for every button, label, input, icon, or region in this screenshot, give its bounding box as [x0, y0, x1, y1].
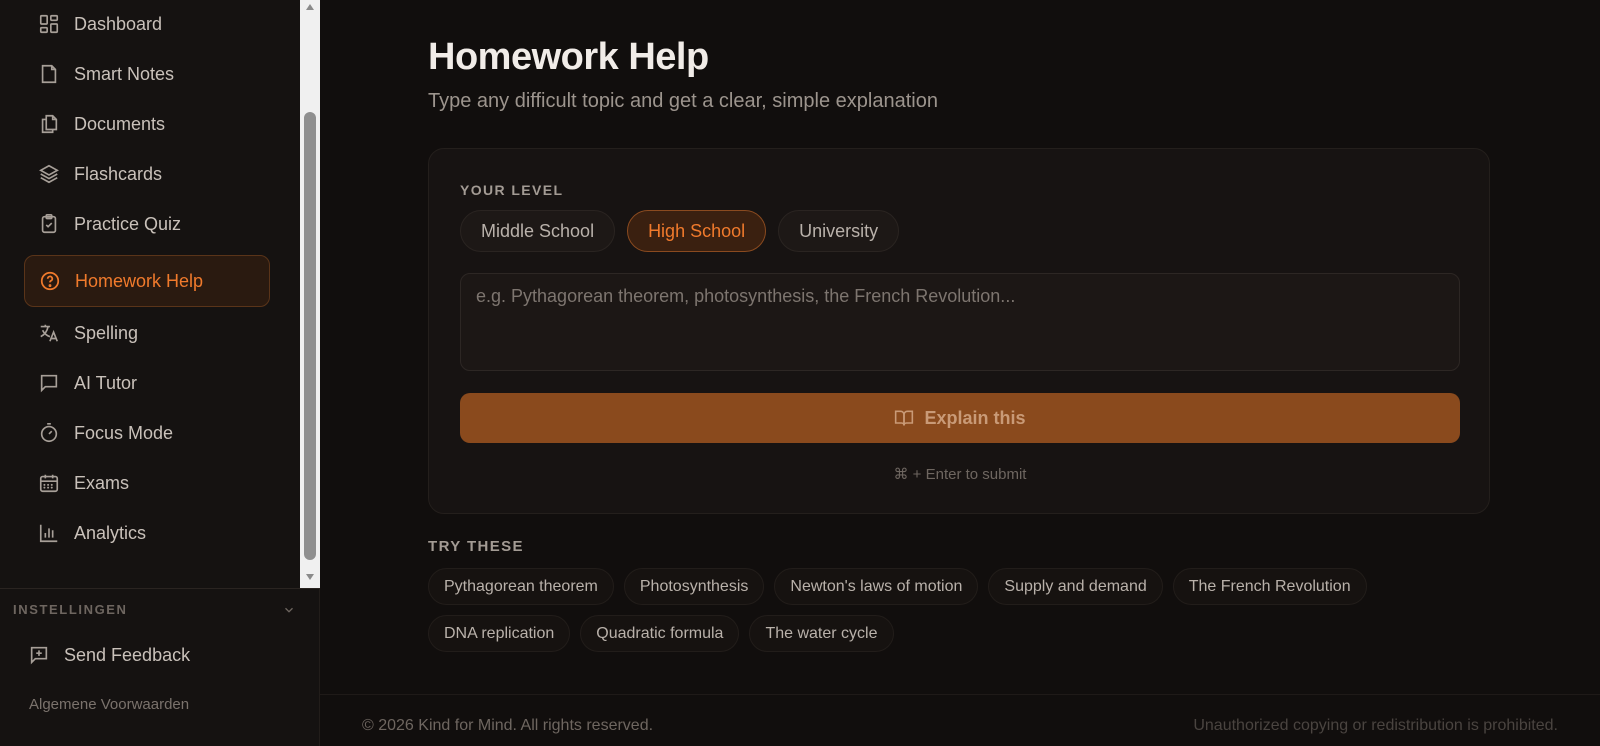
settings-section-toggle[interactable]: INSTELLINGEN — [0, 588, 320, 630]
sidebar-item-label: Documents — [74, 113, 166, 134]
timer-icon — [38, 422, 60, 444]
sidebar-item-label: AI Tutor — [74, 372, 138, 393]
page-subtitle: Type any difficult topic and get a clear… — [428, 90, 938, 112]
sidebar-item-focus-mode[interactable]: Focus Mode — [24, 407, 270, 459]
sidebar-item-label: Practice Quiz — [74, 213, 182, 234]
scroll-thumb[interactable] — [304, 112, 316, 560]
sidebar-item-documents[interactable]: Documents — [24, 98, 270, 150]
suggestion-chip[interactable]: DNA replication — [428, 615, 571, 652]
sidebar-nav: Dashboard Smart Notes Documents Flashcar… — [0, 0, 300, 588]
sidebar-item-spelling[interactable]: Spelling — [24, 307, 270, 359]
level-selector: Middle School High School University — [460, 210, 911, 252]
layers-icon — [38, 163, 60, 185]
translate-icon — [38, 322, 60, 344]
chat-icon — [38, 372, 60, 394]
level-label: YOUR LEVEL — [460, 182, 564, 198]
sidebar-item-dashboard[interactable]: Dashboard — [24, 0, 270, 50]
suggestion-chip[interactable]: Pythagorean theorem — [428, 568, 614, 605]
send-feedback-label: Send Feedback — [64, 644, 191, 665]
suggestion-chips: Pythagorean theorem Photosynthesis Newto… — [428, 568, 1428, 662]
level-university-button[interactable]: University — [778, 210, 900, 252]
suggestion-chip[interactable]: Supply and demand — [988, 568, 1163, 605]
sidebar-item-homework-help[interactable]: Homework Help — [24, 255, 270, 307]
suggestion-chip[interactable]: The water cycle — [749, 615, 894, 652]
sidebar-item-ai-tutor[interactable]: AI Tutor — [24, 357, 270, 409]
sidebar-item-label: Analytics — [74, 522, 147, 543]
scroll-up-icon[interactable] — [305, 2, 315, 12]
suggestion-chip[interactable]: Photosynthesis — [623, 568, 765, 605]
suggestion-chip[interactable]: The French Revolution — [1172, 568, 1367, 605]
homework-form-card: YOUR LEVEL Middle School High School Uni… — [428, 148, 1490, 514]
sidebar-item-label: Focus Mode — [74, 422, 174, 443]
suggestion-row: Pythagorean theorem Photosynthesis Newto… — [428, 568, 1428, 605]
explain-button-label: Explain this — [924, 407, 1026, 428]
submit-hint: ⌘ + Enter to submit — [893, 466, 1027, 483]
sidebar-item-smart-notes[interactable]: Smart Notes — [24, 48, 270, 100]
sidebar-item-label: Smart Notes — [74, 63, 175, 84]
sidebar-item-analytics[interactable]: Analytics — [24, 507, 270, 559]
topic-input[interactable] — [460, 273, 1460, 371]
sidebar: Dashboard Smart Notes Documents Flashcar… — [0, 0, 320, 746]
sidebar-item-flashcards[interactable]: Flashcards — [24, 148, 270, 200]
sidebar-item-label: Spelling — [74, 322, 139, 343]
documents-icon — [38, 113, 60, 135]
try-these-label: TRY THESE — [428, 538, 524, 555]
copyright-text: © 2026 Kind for Mind. All rights reserve… — [362, 717, 654, 734]
feedback-icon — [28, 644, 50, 666]
book-open-icon — [894, 408, 914, 428]
bar-chart-icon — [38, 522, 60, 544]
send-feedback-button[interactable]: Send Feedback — [28, 638, 190, 672]
sidebar-item-label: Homework Help — [75, 270, 204, 291]
sidebar-item-label: Exams — [74, 472, 130, 493]
suggestion-row: DNA replication Quadratic formula The wa… — [428, 615, 1428, 652]
main-content: Homework Help Type any difficult topic a… — [320, 0, 1600, 746]
level-middle-school-button[interactable]: Middle School — [460, 210, 616, 252]
level-high-school-button[interactable]: High School — [627, 210, 767, 252]
suggestion-chip[interactable]: Quadratic formula — [580, 615, 740, 652]
sidebar-item-exams[interactable]: Exams — [24, 457, 270, 509]
calendar-icon — [38, 472, 60, 494]
page-title: Homework Help — [428, 36, 709, 78]
legal-notice: Unauthorized copying or redistribution i… — [1193, 717, 1558, 734]
sidebar-item-label: Dashboard — [74, 13, 163, 34]
note-icon — [38, 63, 60, 85]
sidebar-scrollbar[interactable] — [300, 0, 320, 588]
sidebar-item-label: Flashcards — [74, 163, 163, 184]
chevron-down-icon — [282, 603, 296, 617]
suggestion-chip[interactable]: Newton's laws of motion — [774, 568, 979, 605]
explain-button[interactable]: Explain this — [460, 393, 1460, 443]
terms-link[interactable]: Algemene Voorwaarden — [29, 696, 189, 713]
dashboard-icon — [38, 13, 60, 35]
scroll-down-icon[interactable] — [305, 572, 315, 582]
help-circle-icon — [39, 270, 61, 292]
settings-section-label: INSTELLINGEN — [13, 602, 128, 617]
clipboard-check-icon — [38, 213, 60, 235]
page-footer: © 2026 Kind for Mind. All rights reserve… — [320, 694, 1600, 746]
sidebar-item-practice-quiz[interactable]: Practice Quiz — [24, 198, 270, 250]
